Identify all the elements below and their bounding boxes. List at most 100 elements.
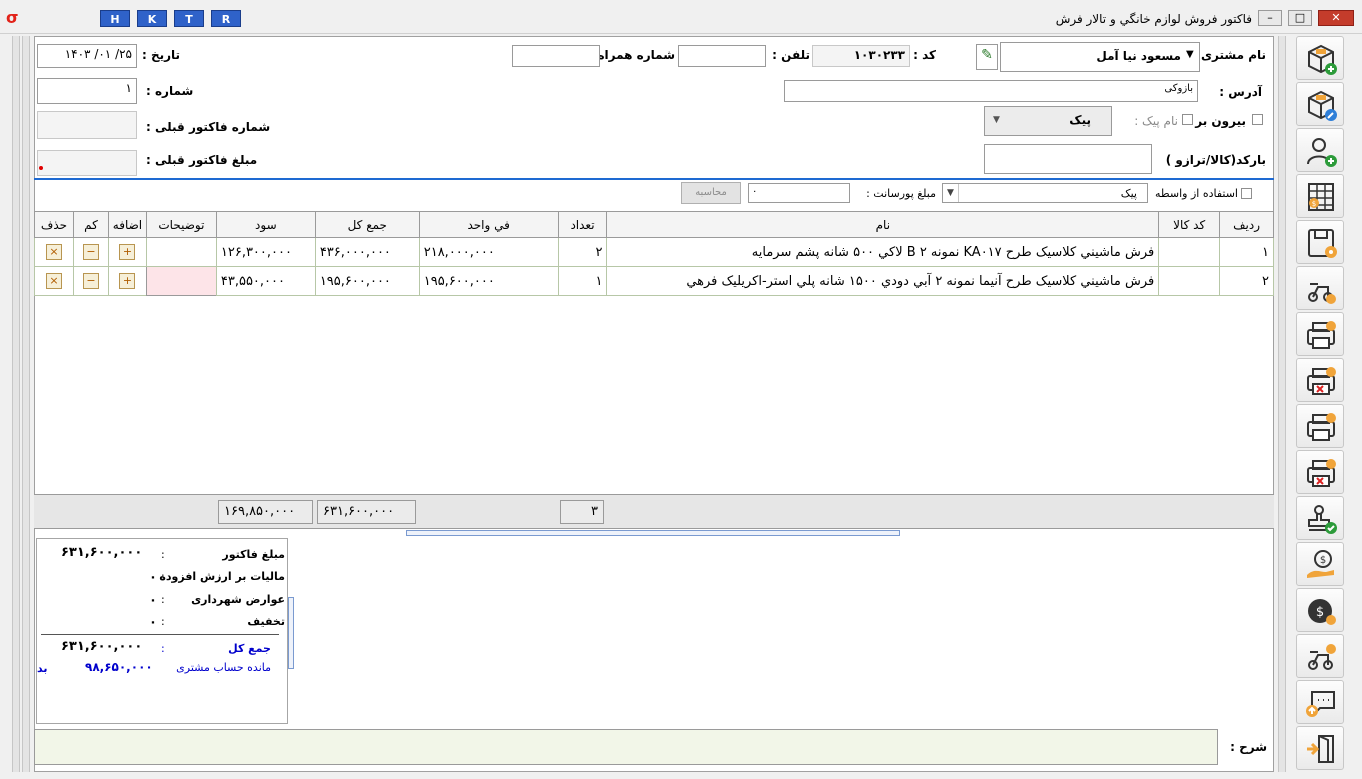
hotkey-t-button[interactable]: T xyxy=(174,10,204,27)
delete-icon[interactable]: × xyxy=(46,273,62,289)
commission-field[interactable]: ۰ xyxy=(748,183,850,203)
total-qty: ۳ xyxy=(560,500,604,524)
mobile-label: شماره همراه : xyxy=(588,48,675,62)
app-logo-icon: σ xyxy=(6,8,19,27)
hotkey-k-button[interactable]: K xyxy=(137,10,167,27)
grand-total-label: جمع کل xyxy=(228,642,271,655)
description-label: شرح : xyxy=(1230,740,1267,754)
row-desc[interactable] xyxy=(145,237,217,267)
address-field[interactable]: بازوکی xyxy=(784,80,1198,102)
minus-icon[interactable]: − xyxy=(83,273,99,289)
chevron-down-icon[interactable]: ▼ xyxy=(1186,49,1194,60)
row-name[interactable]: فرش ماشيني کلاسيک طرح KA۰۱۷ نمونه ۲ B لا… xyxy=(606,237,1160,267)
print-invoice-button[interactable] xyxy=(1296,312,1344,356)
add-customer-button[interactable] xyxy=(1296,128,1344,172)
maximize-button[interactable]: □ xyxy=(1288,10,1312,26)
summary-panel: مبلغ فاکتور : ۶۳۱,۶۰۰,۰۰۰ مالیات بر ارزش… xyxy=(36,538,288,724)
col-qty[interactable]: تعداد xyxy=(557,211,608,238)
row-delete-cell: × xyxy=(33,237,75,267)
row-qty[interactable]: ۱ xyxy=(557,266,608,296)
close-button[interactable]: ✕ xyxy=(1318,10,1354,26)
row-code[interactable] xyxy=(1158,266,1221,296)
plus-icon[interactable]: + xyxy=(119,273,136,289)
barcode-label: بارکد(کالا/ترازو ) xyxy=(1165,153,1266,167)
new-invoice-button[interactable] xyxy=(1296,36,1344,80)
left-splitter-inner[interactable] xyxy=(22,36,30,772)
code-field[interactable]: ۱۰۳۰۲۳۳ xyxy=(812,45,910,67)
delivery-view-button[interactable] xyxy=(1296,266,1344,310)
right-splitter[interactable] xyxy=(1278,36,1286,772)
row-name[interactable]: فرش ماشيني کلاسيک طرح آنيما نمونه ۲ آبي … xyxy=(606,266,1160,296)
col-row[interactable]: ردیف xyxy=(1219,211,1274,238)
row-code[interactable] xyxy=(1158,237,1221,267)
row-unit-price[interactable]: ۱۹۵,۶۰۰,۰۰۰ xyxy=(418,266,559,296)
payment-button[interactable]: $ xyxy=(1296,542,1344,586)
col-total[interactable]: جمع کل xyxy=(314,211,420,238)
print-draft-button[interactable] xyxy=(1296,404,1344,448)
col-unit-price[interactable]: في واحد xyxy=(418,211,559,238)
broker-checkbox[interactable] xyxy=(1241,188,1252,199)
broker-label: استفاده از واسطه xyxy=(1154,187,1238,200)
date-label: تاریخ : xyxy=(142,48,181,62)
broker-select[interactable]: ▼ پیک xyxy=(942,183,1148,203)
col-profit[interactable]: سود xyxy=(215,211,316,238)
courier-checkbox[interactable] xyxy=(1182,114,1193,125)
municipal-value: ۰ xyxy=(149,593,157,608)
col-desc[interactable]: توضیحات xyxy=(145,211,217,238)
delete-icon[interactable]: × xyxy=(46,244,62,260)
col-add[interactable]: اضافه xyxy=(107,211,147,238)
col-delete[interactable]: حذف xyxy=(33,211,75,238)
left-splitter[interactable] xyxy=(12,36,20,772)
panel-splitter[interactable] xyxy=(406,530,900,536)
number-field[interactable]: ۱ xyxy=(37,78,137,104)
grand-total-value: ۶۳۱,۶۰۰,۰۰۰ xyxy=(61,639,143,654)
phone-field[interactable] xyxy=(678,45,766,67)
invoice-amount: ۶۳۱,۶۰۰,۰۰۰ xyxy=(61,545,143,560)
summary-splitter[interactable] xyxy=(288,597,294,669)
mobile-field[interactable] xyxy=(512,45,600,67)
table-row[interactable]: ۱ فرش ماشيني کلاسيک طرح KA۰۱۷ نمونه ۲ B … xyxy=(33,237,1274,267)
send-message-button[interactable] xyxy=(1296,680,1344,724)
edit-invoice-button[interactable] xyxy=(1296,82,1344,126)
date-field[interactable]: ۲۵/ ۰۱/ ۱۴۰۳ xyxy=(37,44,137,68)
pencil-icon[interactable]: ✎ xyxy=(976,44,998,70)
exit-button[interactable] xyxy=(1296,726,1344,770)
courier-select[interactable]: ▼ پیک xyxy=(984,106,1112,136)
col-less[interactable]: کم xyxy=(73,211,109,238)
cancel-draft-button[interactable] xyxy=(1296,450,1344,494)
chevron-down-icon: ▼ xyxy=(993,115,1000,125)
cancel-print-button[interactable] xyxy=(1296,358,1344,402)
currency-button[interactable]: $ xyxy=(1296,588,1344,632)
plus-icon[interactable]: + xyxy=(119,244,136,260)
totals-bar: ۳ ۶۳۱,۶۰۰,۰۰۰ ۱۶۹,۸۵۰,۰۰۰ xyxy=(34,494,1274,529)
col-code[interactable]: کد کالا xyxy=(1158,211,1221,238)
side-toolbar: $ $ $ xyxy=(1296,36,1348,772)
phone-label: تلفن : xyxy=(772,48,810,62)
row-total: ۴۳۶,۰۰۰,۰۰۰ xyxy=(314,237,420,267)
hotkey-r-button[interactable]: R xyxy=(211,10,241,27)
svg-text:$: $ xyxy=(1312,200,1316,208)
discount-value: ۰ xyxy=(149,615,157,630)
save-view-button[interactable] xyxy=(1296,220,1344,264)
row-number: ۱ xyxy=(1219,237,1274,267)
stamp-approve-button[interactable] xyxy=(1296,496,1344,540)
calculate-button[interactable]: محاسبه xyxy=(681,182,741,204)
delivery-payment-button[interactable] xyxy=(1296,634,1344,678)
minimize-button[interactable]: – xyxy=(1258,10,1282,26)
hotkey-h-button[interactable]: H xyxy=(100,10,130,27)
row-desc[interactable] xyxy=(145,266,217,296)
colon: : xyxy=(161,615,165,628)
col-name[interactable]: نام xyxy=(606,211,1160,238)
minus-icon[interactable]: − xyxy=(83,244,99,260)
number-label: شماره : xyxy=(146,84,194,98)
colon: : xyxy=(161,570,165,583)
price-calculator-button[interactable]: $ xyxy=(1296,174,1344,218)
row-unit-price[interactable]: ۲۱۸,۰۰۰,۰۰۰ xyxy=(418,237,559,267)
table-row[interactable]: ۲ فرش ماشيني کلاسيک طرح آنيما نمونه ۲ آب… xyxy=(33,266,1274,296)
customer-name-field[interactable]: مسعود نیا آمل xyxy=(1000,42,1200,72)
barcode-field[interactable] xyxy=(984,144,1152,174)
description-field[interactable] xyxy=(34,729,1218,765)
outside-checkbox[interactable] xyxy=(1252,114,1263,125)
outside-label: بیرون بر xyxy=(1195,114,1246,128)
row-qty[interactable]: ۲ xyxy=(557,237,608,267)
